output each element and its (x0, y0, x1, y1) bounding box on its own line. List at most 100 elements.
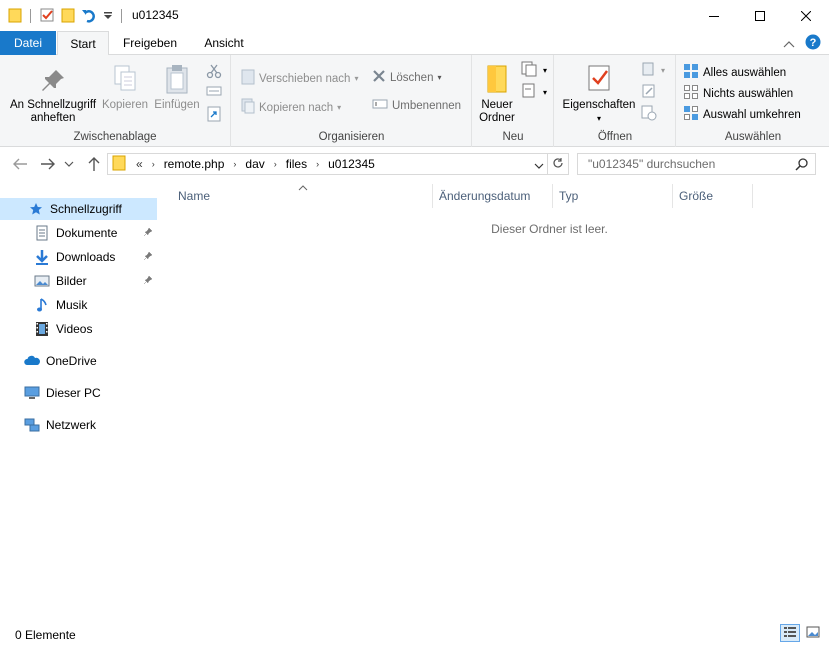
new-folder-label-line1: Neuer (481, 99, 513, 111)
move-to-button[interactable]: Verschieben nach ▾ (241, 69, 358, 88)
cloud-icon (24, 353, 40, 369)
cut-button[interactable] (206, 63, 222, 82)
properties-button[interactable]: Eigenschaften ▾ (559, 63, 639, 125)
nav-item-label: Schnellzugriff (50, 202, 122, 216)
breadcrumb-item[interactable]: u012345 (328, 157, 375, 171)
nav-item-label: Videos (56, 322, 93, 336)
pin-icon[interactable] (143, 226, 153, 240)
collapse-ribbon-icon[interactable] (783, 37, 795, 51)
column-header-name[interactable]: Name (172, 184, 433, 208)
nav-item-downloads[interactable]: Downloads (0, 246, 157, 268)
item-count: 0 Elemente (15, 628, 76, 642)
up-button[interactable] (84, 155, 104, 173)
tab-start[interactable]: Start (57, 31, 109, 56)
copy-button[interactable]: Kopieren (100, 63, 150, 112)
select-all-button[interactable]: Alles auswählen (683, 63, 786, 82)
nav-item-netzwerk[interactable]: Netzwerk (0, 414, 157, 436)
nav-item-onedrive[interactable]: OneDrive (0, 350, 157, 372)
column-header-size[interactable]: Größe (673, 184, 753, 208)
select-none-button[interactable]: Nichts auswählen (683, 84, 793, 103)
copy-to-button[interactable]: Kopieren nach ▾ (241, 98, 341, 117)
folder-icon (8, 7, 22, 26)
new-folder-icon (484, 63, 510, 99)
invert-selection-button[interactable]: Auswahl umkehren (683, 105, 801, 124)
dropdown-arrow-icon: ▾ (661, 66, 666, 75)
address-dropdown-icon[interactable] (534, 159, 544, 173)
pictures-icon (34, 273, 50, 289)
breadcrumb-item[interactable]: dav (245, 157, 264, 171)
nav-item-label: Netzwerk (46, 418, 97, 432)
history-button[interactable] (641, 105, 657, 124)
open-button[interactable]: ▾ (641, 61, 665, 80)
nav-item-bilder[interactable]: Bilder (0, 270, 157, 292)
edit-icon (641, 83, 657, 102)
copy-path-button[interactable] (206, 85, 222, 100)
search-icon[interactable] (795, 157, 809, 177)
large-icons-view-button[interactable] (803, 624, 823, 642)
refresh-icon (552, 157, 564, 172)
delete-button[interactable]: Löschen ▾ (372, 69, 442, 86)
search-placeholder: "u012345" durchsuchen (588, 157, 716, 171)
nav-item-dokumente[interactable]: Dokumente (0, 222, 157, 244)
copy-icon (111, 63, 139, 99)
delete-label: Löschen (390, 71, 434, 84)
select-all-label: Alles auswählen (703, 66, 787, 79)
window-title: u012345 (132, 8, 179, 22)
breadcrumb-overflow[interactable]: « (136, 157, 143, 171)
forward-button[interactable] (38, 155, 58, 173)
select-none-label: Nichts auswählen (703, 87, 794, 100)
group-zwischenablage: An Schnellzugriff anheften Kopieren Einf… (0, 55, 231, 147)
title-bar: u012345 (0, 0, 829, 31)
pin-label-line2: anheften (30, 112, 76, 124)
breadcrumb-separator-icon[interactable]: › (233, 159, 236, 169)
refresh-button[interactable] (548, 153, 569, 175)
new-folder-label-line2: Ordner (479, 112, 515, 124)
minimize-button[interactable] (691, 0, 737, 31)
paste-button[interactable]: Einfügen (151, 63, 203, 112)
new-item-button[interactable]: ▾ (521, 61, 547, 80)
rename-button[interactable]: Umbenennen (372, 98, 461, 113)
edit-button[interactable] (641, 83, 657, 102)
breadcrumb-separator-icon[interactable]: › (274, 159, 277, 169)
breadcrumb-item[interactable]: remote.php (164, 157, 225, 171)
dropdown-arrow-icon: ▾ (354, 74, 359, 83)
scissors-icon (206, 63, 222, 82)
file-list[interactable]: Name Änderungsdatum Typ Größe Dieser Ord… (160, 180, 829, 620)
new-folder-button[interactable]: Neuer Ordner (475, 63, 519, 125)
address-bar[interactable]: « › remote.php › dav › files › u012345 (107, 153, 548, 175)
recent-locations-button[interactable] (62, 155, 76, 173)
pin-icon[interactable] (143, 250, 153, 264)
close-button[interactable] (783, 0, 829, 31)
paste-shortcut-button[interactable] (206, 105, 222, 126)
column-header-date[interactable]: Änderungsdatum (433, 184, 553, 208)
search-input[interactable]: "u012345" durchsuchen (577, 153, 816, 175)
nav-item-videos[interactable]: Videos (0, 318, 157, 340)
tab-ansicht[interactable]: Ansicht (196, 31, 252, 55)
details-view-button[interactable] (780, 624, 800, 642)
customize-toolbar-icon[interactable] (103, 9, 113, 23)
undo-icon[interactable] (81, 7, 97, 26)
breadcrumb-item[interactable]: files (286, 157, 307, 171)
easy-access-button[interactable]: ▾ (521, 83, 547, 102)
maximize-button[interactable] (737, 0, 783, 31)
group-label-neu: Neu (502, 131, 524, 143)
properties-icon[interactable] (39, 7, 55, 26)
help-icon[interactable]: ? (805, 34, 821, 53)
copy-path-icon (206, 85, 222, 100)
breadcrumb-separator-icon[interactable]: › (152, 159, 155, 169)
breadcrumb-separator-icon[interactable]: › (316, 159, 319, 169)
documents-icon (34, 225, 50, 241)
nav-item-musik[interactable]: Musik (0, 294, 157, 316)
quick-access-toolbar (8, 6, 124, 26)
nav-item-dieser-pc[interactable]: Dieser PC (0, 382, 157, 404)
svg-text:?: ? (810, 37, 817, 49)
nav-item-label: Dokumente (56, 226, 118, 240)
new-folder-icon[interactable] (61, 7, 75, 26)
nav-item-schnellzugriff[interactable]: Schnellzugriff (0, 198, 157, 220)
tab-freigeben[interactable]: Freigeben (115, 31, 185, 55)
back-button[interactable] (10, 155, 30, 173)
pin-icon[interactable] (143, 274, 153, 288)
pin-to-quick-access-button[interactable]: An Schnellzugriff anheften (6, 67, 100, 125)
tab-datei[interactable]: Datei (0, 31, 56, 55)
column-header-type[interactable]: Typ (553, 184, 673, 208)
